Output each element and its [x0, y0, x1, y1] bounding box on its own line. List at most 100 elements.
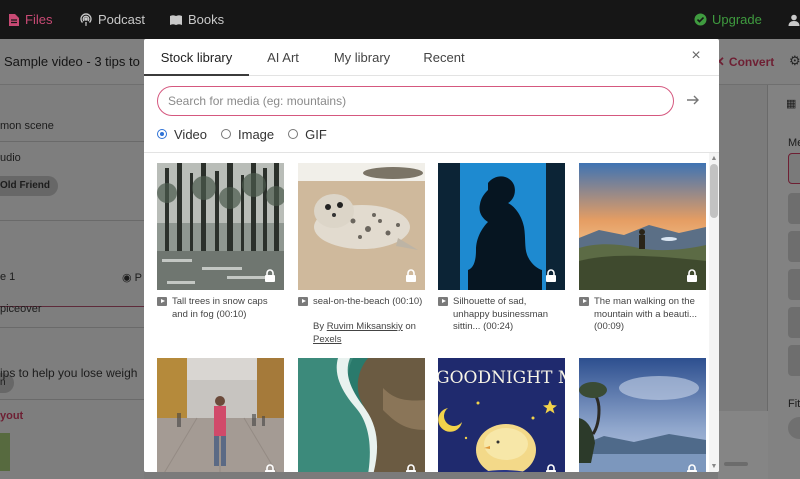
podcast-icon — [80, 12, 92, 26]
media-picker-modal: Stock library AI Art My library Recent ×… — [144, 39, 719, 472]
media-caption: Tall trees in snow caps and in fog (00:1… — [157, 296, 284, 321]
radio-gif[interactable]: GIF — [288, 127, 327, 142]
media-thumbnail[interactable] — [298, 358, 425, 472]
right-option[interactable] — [788, 153, 800, 184]
radio-dot — [221, 129, 232, 139]
arrow-right-icon[interactable] — [685, 92, 701, 108]
media-card[interactable]: seal-on-the-beach (00:10) By Ruvim Miksa… — [298, 163, 425, 345]
scroll-up-icon[interactable]: ▲ — [709, 155, 719, 163]
upgrade-label: Upgrade — [712, 12, 762, 27]
divider — [0, 141, 144, 142]
voiceover-label: piceover — [0, 303, 42, 315]
lock-icon — [546, 464, 556, 472]
media-card[interactable]: Silhouette of sad, unhappy businessman s… — [438, 163, 565, 332]
video-icon — [579, 297, 589, 306]
project-title[interactable]: Sample video - 3 tips to — [4, 54, 140, 69]
lock-icon — [406, 269, 416, 282]
tab-ai-art[interactable]: AI Art — [249, 39, 317, 76]
upgrade-button[interactable]: Upgrade — [694, 0, 762, 39]
fit-label: Fit — [788, 398, 800, 410]
radio-image[interactable]: Image — [221, 127, 274, 142]
credit-source-link[interactable]: Pexels — [313, 334, 342, 345]
file-icon — [9, 13, 19, 26]
gear-icon[interactable]: ⚙ — [789, 53, 800, 69]
media-thumbnail[interactable] — [157, 163, 284, 290]
media-card[interactable] — [579, 358, 706, 472]
search-input[interactable] — [157, 86, 674, 116]
convert-label: Convert — [728, 55, 775, 69]
radio-video[interactable]: Video — [157, 127, 207, 142]
media-thumbnail[interactable] — [579, 358, 706, 472]
nav-podcast[interactable]: Podcast — [79, 0, 145, 39]
user-menu[interactable] — [788, 0, 800, 39]
results-scrollbar[interactable]: ▲ ▼ — [709, 153, 719, 472]
nav-podcast-label: Podcast — [98, 12, 145, 27]
right-option[interactable] — [788, 345, 800, 376]
scene-label: mon scene — [0, 120, 54, 132]
layout-label: yout — [0, 410, 24, 422]
script-text[interactable]: ips to help you lose weigh — [0, 366, 144, 380]
close-icon[interactable]: × — [689, 48, 703, 64]
timeline-slider[interactable] — [724, 462, 748, 466]
nav-books[interactable]: Books — [169, 0, 224, 39]
editor-right-panel: ▦ Me Fit — [767, 85, 800, 479]
media-type-radios: Video Image GIF — [157, 126, 341, 142]
media-card[interactable]: Tall trees in snow caps and in fog (00:1… — [157, 163, 284, 320]
video-icon — [157, 297, 167, 306]
media-thumbnail[interactable]: GOODNIGHT MY LOV — [438, 358, 565, 472]
credit-mid: on — [405, 321, 416, 332]
media-credit: By Ruvim Miksanskiy on Pexels — [313, 321, 438, 346]
coast-image — [298, 358, 425, 472]
caption-text: Silhouette of sad, unhappy businessman s… — [453, 296, 549, 332]
grid-icon[interactable]: ▦ — [786, 97, 796, 110]
video-icon — [438, 297, 448, 306]
right-option[interactable] — [788, 193, 800, 224]
radio-image-label: Image — [238, 126, 275, 142]
right-option[interactable] — [788, 231, 800, 262]
play-icon: ◉ — [122, 272, 135, 284]
caption-text: Tall trees in snow caps and in fog (00:1… — [172, 296, 268, 320]
credit-author-link[interactable]: Ruvim Miksanskiy — [327, 321, 403, 332]
tab-my-library[interactable]: My library — [322, 39, 402, 76]
street-image — [157, 358, 284, 472]
caption-text: The man walking on the mountain with a b… — [594, 296, 697, 332]
media-caption: Silhouette of sad, unhappy businessman s… — [438, 296, 565, 334]
goodnight-text: GOODNIGHT MY LOV — [438, 368, 565, 388]
nav-files[interactable]: Files — [8, 0, 52, 39]
tab-recent[interactable]: Recent — [414, 39, 474, 76]
lake-image — [579, 358, 706, 472]
fit-toggle[interactable] — [788, 417, 800, 439]
nav-books-label: Books — [188, 12, 225, 27]
check-circle-icon — [694, 13, 707, 26]
media-label: Me — [788, 137, 800, 149]
book-icon — [170, 14, 182, 25]
lock-icon — [406, 464, 416, 472]
right-option[interactable] — [788, 269, 800, 300]
media-thumbnail[interactable] — [298, 163, 425, 290]
media-card[interactable]: GOODNIGHT MY LOV — [438, 358, 565, 472]
lock-icon — [687, 269, 697, 282]
results-grid: Tall trees in snow caps and in fog (00:1… — [144, 152, 719, 472]
media-card[interactable] — [157, 358, 284, 472]
nav-files-label: Files — [25, 12, 53, 27]
user-icon — [788, 14, 800, 26]
scroll-down-icon[interactable]: ▼ — [709, 463, 719, 471]
media-thumbnail[interactable] — [579, 163, 706, 290]
play-scene-button[interactable]: ◉ P — [122, 271, 144, 284]
credit-prefix: By — [313, 321, 325, 332]
divider — [0, 220, 144, 221]
audio-track-chip[interactable]: Old Friend — [0, 176, 58, 196]
scroll-thumb[interactable] — [710, 164, 718, 218]
right-option[interactable] — [788, 307, 800, 338]
media-thumbnail[interactable] — [438, 163, 565, 290]
media-card[interactable] — [298, 358, 425, 472]
media-thumbnail[interactable] — [157, 358, 284, 472]
lock-icon — [687, 464, 697, 472]
radio-video-label: Video — [174, 126, 208, 142]
tab-stock-library[interactable]: Stock library — [144, 39, 249, 76]
lock-icon — [265, 464, 275, 472]
radio-gif-label: GIF — [305, 126, 327, 142]
media-card[interactable]: The man walking on the mountain with a b… — [579, 163, 706, 332]
layout-thumbnail[interactable] — [0, 433, 10, 471]
convert-button[interactable]: ✕ Convert — [714, 54, 774, 70]
